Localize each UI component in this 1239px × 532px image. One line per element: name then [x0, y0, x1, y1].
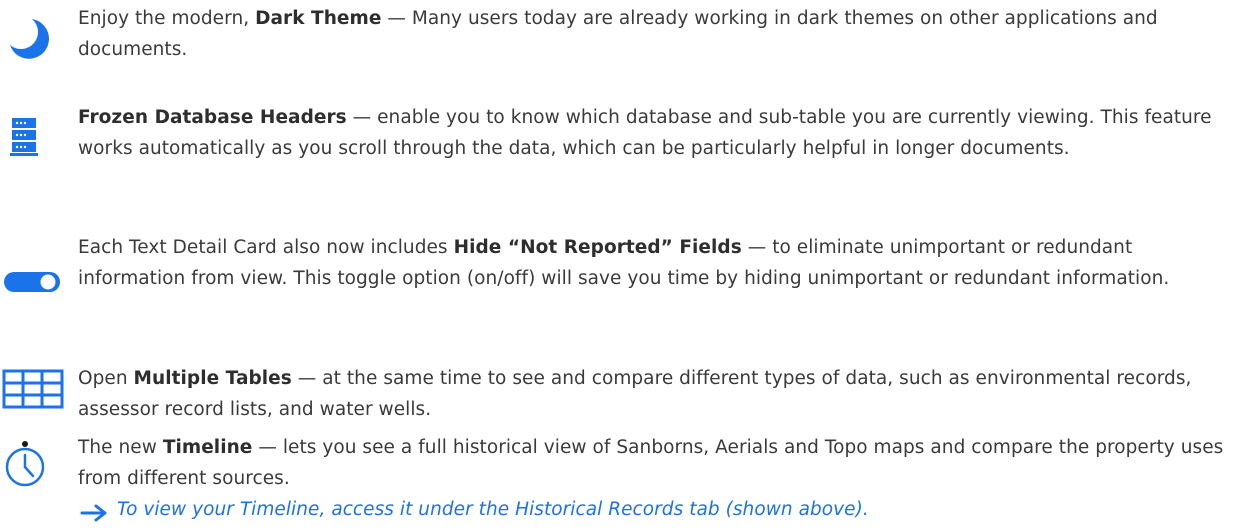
clock-icon — [4, 440, 68, 492]
feature-title: Timeline — [162, 437, 253, 458]
feature-text: Enjoy the modern, Dark Theme — Many user… — [78, 3, 1233, 65]
moon-icon — [6, 15, 70, 67]
feature-title: Multiple Tables — [133, 368, 292, 389]
feature-intro: The new — [78, 437, 163, 458]
feature-title: Frozen Database Headers — [78, 107, 347, 128]
database-headers-icon — [10, 118, 74, 170]
feature-intro: Each Text Detail Card also now includes — [78, 237, 454, 258]
feature-intro: Open — [78, 368, 134, 389]
table-grid-icon — [2, 369, 66, 421]
note-text: To view your Timeline, access it under t… — [117, 499, 869, 520]
feature-text: Open Multiple Tables — at the same time … — [78, 363, 1233, 425]
feature-text: Frozen Database Headers — enable you to … — [78, 102, 1233, 164]
arrow-right-icon — [80, 501, 108, 532]
feature-title: Dark Theme — [255, 8, 382, 29]
feature-text: The new Timeline — lets you see a full h… — [78, 432, 1233, 494]
toggle-icon — [2, 270, 66, 322]
feature-intro: Enjoy the modern, — [78, 8, 256, 29]
timeline-note: To view your Timeline, access it under t… — [0, 494, 1239, 524]
feature-text: Each Text Detail Card also now includes … — [78, 232, 1233, 294]
feature-title: Hide “Not Reported” Fields — [453, 237, 742, 258]
